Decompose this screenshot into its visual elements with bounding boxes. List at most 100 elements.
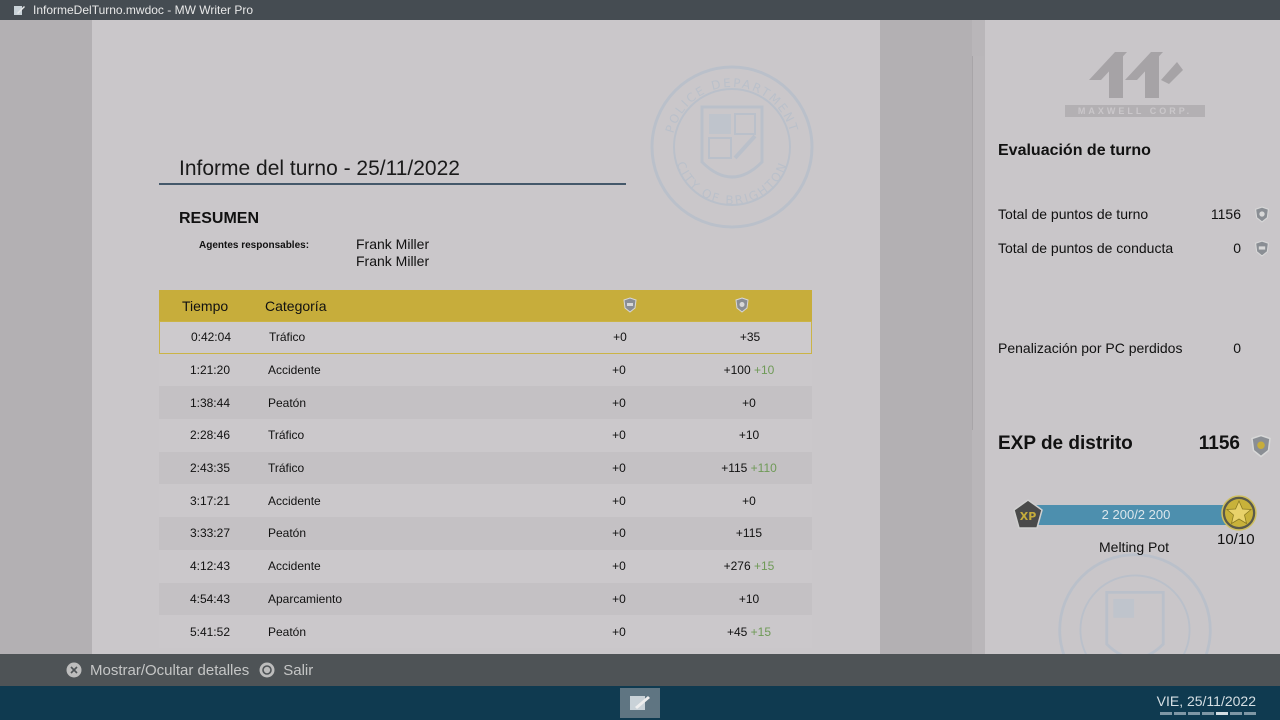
svg-text:CITY OF BRIGHTON: CITY OF BRIGHTON bbox=[674, 159, 791, 207]
row-cp-points: +0 bbox=[612, 461, 626, 476]
row-xp-points: +115 bbox=[689, 526, 809, 540]
taskbar-clock: VIE, 25/11/2022 bbox=[1156, 693, 1256, 709]
writer-app-icon bbox=[14, 5, 25, 15]
row-category: Accidente bbox=[268, 559, 321, 574]
window-titlebar: InformeDelTurno.mwdoc - MW Writer Pro bbox=[0, 0, 1280, 20]
table-row[interactable]: 2:43:35 Tráfico +0 +115 +110 bbox=[159, 451, 812, 485]
table-row[interactable]: 3:17:21 Accidente +0 +0 bbox=[159, 484, 812, 518]
row-cp-points: +0 bbox=[612, 428, 626, 443]
evaluation-title: Evaluación de turno bbox=[998, 142, 1151, 159]
row-xp-points: +45 +15 bbox=[689, 625, 809, 639]
row-xp-value: +100 bbox=[723, 363, 751, 378]
row-xp-value: +10 bbox=[738, 591, 760, 606]
row-category: Tráfico bbox=[268, 461, 305, 476]
row-time: 4:54:43 bbox=[189, 591, 230, 606]
taskbar-writer-app[interactable] bbox=[620, 688, 660, 718]
stat-value: 0 bbox=[1233, 340, 1241, 356]
row-time: 2:28:46 bbox=[189, 428, 230, 443]
summary-heading: RESUMEN bbox=[179, 210, 260, 227]
writer-app-icon bbox=[630, 696, 650, 710]
row-xp-points: +10 bbox=[689, 428, 809, 442]
police-seal-watermark: POLICE DEPARTMENT CITY OF BRIGHTON bbox=[650, 65, 814, 229]
row-xp-value: +45 bbox=[726, 624, 748, 639]
police-seal-watermark bbox=[1058, 553, 1212, 654]
rank-name: Melting Pot bbox=[1099, 539, 1170, 555]
row-xp-value: +0 bbox=[742, 493, 756, 508]
row-category: Accidente bbox=[268, 363, 321, 378]
cross-button-icon bbox=[66, 662, 82, 678]
document-scrollbar[interactable] bbox=[972, 56, 984, 430]
stat-value: 0 bbox=[1233, 240, 1241, 256]
taskbar: VIE, 25/11/2022 bbox=[0, 686, 1280, 720]
row-cp-points: +0 bbox=[612, 624, 626, 639]
row-cp-points: +0 bbox=[612, 526, 626, 541]
row-category: Peatón bbox=[268, 624, 307, 639]
cp-shield-icon bbox=[1255, 240, 1269, 257]
table-row[interactable]: 4:12:43 Accidente +0 +276 +15 bbox=[159, 549, 812, 583]
district-exp-value: 1156 bbox=[1198, 433, 1240, 454]
row-xp-bonus: +110 bbox=[750, 461, 777, 476]
report-title: Informe del turno - 25/11/2022 bbox=[179, 157, 460, 180]
row-time: 1:38:44 bbox=[189, 395, 230, 410]
row-time: 5:41:52 bbox=[189, 624, 230, 639]
table-row[interactable]: 2:28:46 Tráfico +0 +10 bbox=[159, 419, 812, 452]
stat-value: 1156 bbox=[1210, 206, 1241, 222]
row-cp-points: +0 bbox=[612, 395, 626, 410]
table-row[interactable]: 1:21:20 Accidente +0 +100 +10 bbox=[159, 353, 812, 387]
row-xp-bonus: +15 bbox=[750, 624, 772, 639]
stat-label: Total de puntos de conducta bbox=[998, 240, 1174, 256]
row-xp-value: +115 bbox=[735, 526, 763, 541]
table-row[interactable]: 1:38:44 Peatón +0 +0 bbox=[159, 386, 812, 420]
toggle-details-button[interactable]: Mostrar/Ocultar detalles bbox=[66, 662, 249, 679]
table-row[interactable]: 5:41:52 Peatón +0 +45 +15 bbox=[159, 615, 812, 648]
row-xp-bonus: +15 bbox=[754, 559, 775, 574]
row-cp-points: +0 bbox=[613, 330, 627, 345]
exit-button[interactable]: Salir bbox=[259, 662, 313, 679]
middle-gutter bbox=[880, 20, 972, 654]
row-time: 2:43:35 bbox=[189, 461, 230, 476]
row-xp-points: +100 +10 bbox=[689, 363, 809, 377]
window-title: InformeDelTurno.mwdoc - MW Writer Pro bbox=[33, 3, 254, 17]
row-xp-value: +10 bbox=[738, 428, 760, 443]
row-xp-value: +35 bbox=[739, 330, 761, 345]
xp-shield-icon bbox=[735, 297, 749, 313]
row-xp-points: +115 +110 bbox=[689, 461, 809, 475]
toggle-details-label: Mostrar/Ocultar detalles bbox=[90, 661, 250, 679]
row-xp-value: +276 bbox=[723, 559, 751, 574]
table-row[interactable]: 3:33:27 Peatón +0 +115 bbox=[159, 517, 812, 550]
agent-name: Frank Miller bbox=[356, 236, 430, 252]
xp-shield-icon bbox=[1255, 206, 1269, 223]
row-category: Aparcamiento bbox=[268, 591, 343, 606]
row-xp-points: +0 bbox=[689, 494, 809, 508]
stat-label: Total de puntos de turno bbox=[998, 206, 1149, 222]
left-gutter bbox=[0, 20, 92, 654]
row-xp-points: +0 bbox=[689, 396, 809, 410]
row-category: Peatón bbox=[268, 395, 307, 410]
rank-star-icon bbox=[1221, 495, 1257, 531]
title-underline bbox=[159, 183, 626, 185]
header-category: Categoría bbox=[265, 297, 327, 314]
page-indicator bbox=[1160, 712, 1256, 715]
agents-label: Agentes responsables: bbox=[199, 240, 310, 251]
maxwell-logo-icon bbox=[1089, 52, 1183, 98]
exit-label: Salir bbox=[283, 661, 314, 679]
table-row[interactable]: 0:42:04 Tráfico +0 +35 bbox=[159, 321, 812, 354]
row-time: 0:42:04 bbox=[190, 330, 231, 345]
xp-progress-text: 2 200/2 200 bbox=[1101, 507, 1171, 522]
row-category: Tráfico bbox=[269, 330, 306, 345]
controls-footer: Mostrar/Ocultar detalles Salir bbox=[0, 654, 1280, 686]
xp-badge-icon: XP bbox=[1013, 499, 1043, 529]
rank-level: 10/10 bbox=[1217, 531, 1255, 548]
table-body: 0:42:04 Tráfico +0 +35 1:21:20 Accidente +0 +10… bbox=[159, 321, 812, 648]
table-row[interactable]: 4:54:43 Aparcamiento +0 +10 bbox=[159, 582, 812, 616]
row-category: Peatón bbox=[268, 526, 307, 541]
logo-text: MAXWELL CORP. bbox=[1065, 105, 1205, 117]
row-time: 1:21:20 bbox=[189, 363, 230, 378]
row-category: Accidente bbox=[268, 493, 321, 508]
row-xp-value: +0 bbox=[742, 395, 756, 410]
report-document: POLICE DEPARTMENT CITY OF BRIGHTON Infor… bbox=[92, 20, 880, 654]
row-time: 4:12:43 bbox=[189, 559, 230, 574]
row-cp-points: +0 bbox=[612, 559, 626, 574]
xp-progress-bar: 2 200/2 200 bbox=[1030, 505, 1242, 525]
row-xp-points: +276 +15 bbox=[689, 559, 809, 573]
